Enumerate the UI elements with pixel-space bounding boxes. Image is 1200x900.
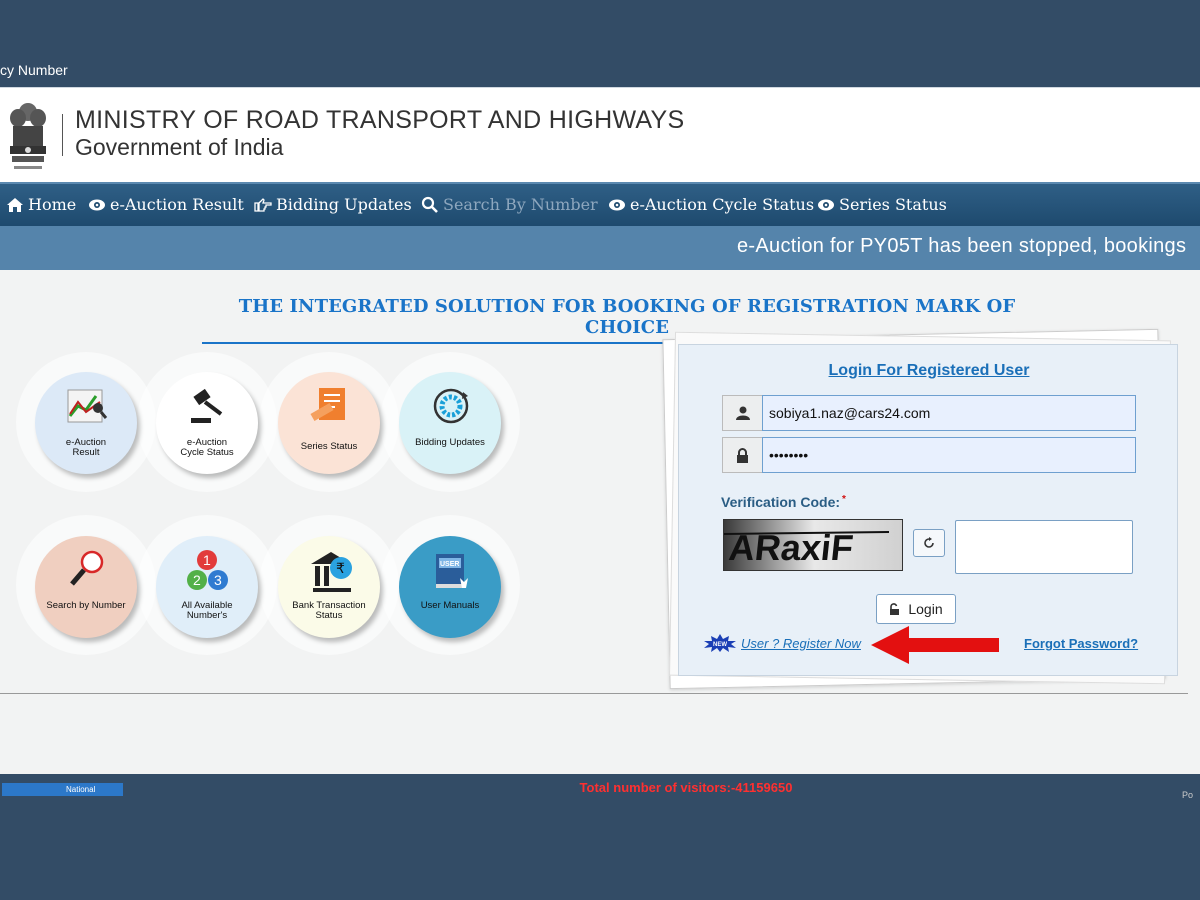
password-input[interactable]: •••••••• — [762, 437, 1136, 473]
ministry-title: MINISTRY OF ROAD TRANSPORT AND HIGHWAYS — [75, 106, 685, 134]
unlock-icon — [890, 603, 900, 615]
captcha-image: ARaxiF — [723, 519, 903, 571]
content-divider — [0, 693, 1188, 694]
password-field: •••••••• — [722, 437, 1136, 473]
user-addon — [722, 395, 762, 431]
svg-text:USER: USER — [440, 561, 459, 568]
nav-series-status[interactable]: Series Status — [817, 195, 947, 214]
tile-bank-transaction-status[interactable]: ₹ Bank Transaction Status — [278, 536, 380, 638]
verification-code-label: Verification Code: * — [721, 494, 846, 510]
tile-e-auction-cycle-status[interactable]: e-Auction Cycle Status — [156, 372, 258, 474]
eye-icon — [609, 199, 625, 210]
login-button[interactable]: Login — [876, 594, 956, 624]
tile-label: All Available Number's — [181, 600, 233, 621]
visitor-counter: Total number of visitors:-41159650 — [579, 780, 793, 795]
captcha-refresh-button[interactable] — [913, 529, 945, 557]
tile-e-auction-result[interactable]: e-Auction Result — [35, 372, 137, 474]
new-badge-icon: NEW — [704, 634, 736, 652]
svg-text:2: 2 — [193, 572, 201, 588]
tile-label: Bank Transaction Status — [292, 600, 366, 621]
header-divider — [62, 114, 63, 156]
nav-e-auction-cycle-status[interactable]: e-Auction Cycle Status — [608, 195, 814, 214]
top-strip: cy Number — [0, 0, 1200, 87]
news-ticker: e-Auction for PY05T has been stopped, bo… — [0, 226, 1200, 270]
refresh-cycle-icon — [433, 388, 469, 424]
tile-all-available-numbers[interactable]: 1 2 3 All Available Number's — [156, 536, 258, 638]
captcha-graphic: ARaxiF — [724, 520, 902, 570]
tile-search-by-number[interactable]: Search by Number — [35, 536, 137, 638]
username-input[interactable]: sobiya1.naz@cars24.com — [762, 395, 1136, 431]
top-partial-text: cy Number — [0, 62, 68, 78]
magnifier-icon — [70, 550, 104, 586]
gavel-icon — [191, 388, 223, 423]
state-emblem-icon — [10, 103, 46, 169]
username-field: sobiya1.naz@cars24.com — [722, 395, 1136, 431]
home-icon — [7, 197, 23, 212]
login-panel: Login For Registered User sobiya1.naz@ca… — [678, 344, 1178, 676]
tile-series-status[interactable]: Series Status — [278, 372, 380, 474]
required-mark: * — [842, 494, 846, 505]
svg-text:3: 3 — [214, 572, 222, 588]
site-header: MINISTRY OF ROAD TRANSPORT AND HIGHWAYS … — [0, 87, 1200, 182]
nav-bidding-updates[interactable]: Bidding Updates — [254, 195, 412, 214]
footer-right-partial: Po — [1182, 790, 1194, 800]
document-icon — [310, 388, 345, 421]
forgot-password-link[interactable]: Forgot Password? — [1024, 636, 1138, 651]
nav-e-auction-result[interactable]: e-Auction Result — [88, 195, 244, 214]
svg-text:1: 1 — [203, 552, 211, 568]
captcha-input[interactable] — [955, 520, 1133, 574]
ticker-text: e-Auction for PY05T has been stopped, bo… — [737, 235, 1187, 257]
hand-point-icon — [254, 197, 272, 212]
svg-text:₹: ₹ — [336, 561, 345, 577]
lock-addon — [722, 437, 762, 473]
nav-home[interactable]: Home — [6, 195, 76, 214]
tile-label: Bidding Updates — [415, 437, 485, 448]
chart-icon — [67, 389, 108, 423]
bank-icon: ₹ — [311, 552, 352, 592]
refresh-icon — [924, 537, 934, 548]
government-subtitle: Government of India — [75, 134, 284, 160]
main-nav: Home e-Auction Result Bidding Updates Se… — [0, 182, 1200, 226]
manual-book-icon: USER — [436, 554, 468, 588]
red-arrow-annotation — [871, 626, 999, 664]
main-content: THE INTEGRATED SOLUTION FOR BOOKING OF R… — [0, 270, 1200, 774]
site-footer: National Total number of visitors:-41159… — [0, 774, 1200, 900]
eye-icon — [818, 199, 834, 210]
user-icon — [735, 406, 750, 420]
tile-user-manuals[interactable]: USER User Manuals — [399, 536, 501, 638]
svg-text:NEW: NEW — [713, 642, 727, 648]
login-title[interactable]: Login For Registered User — [679, 362, 1179, 380]
tile-label: Search by Number — [46, 600, 126, 611]
tile-label: Series Status — [300, 441, 358, 452]
numbers-icon: 1 2 3 — [187, 550, 228, 590]
eye-icon — [89, 199, 105, 210]
nav-search-by-number[interactable]: Search By Number — [421, 195, 598, 214]
register-now-link[interactable]: User ? Register Now — [741, 636, 861, 651]
tile-label: e-Auction Result — [65, 437, 107, 458]
lock-icon — [737, 447, 748, 463]
tile-bidding-updates[interactable]: Bidding Updates — [399, 372, 501, 474]
search-icon — [421, 196, 438, 213]
tile-label: User Manuals — [420, 600, 480, 611]
tile-label: e-Auction Cycle Status — [180, 437, 234, 458]
